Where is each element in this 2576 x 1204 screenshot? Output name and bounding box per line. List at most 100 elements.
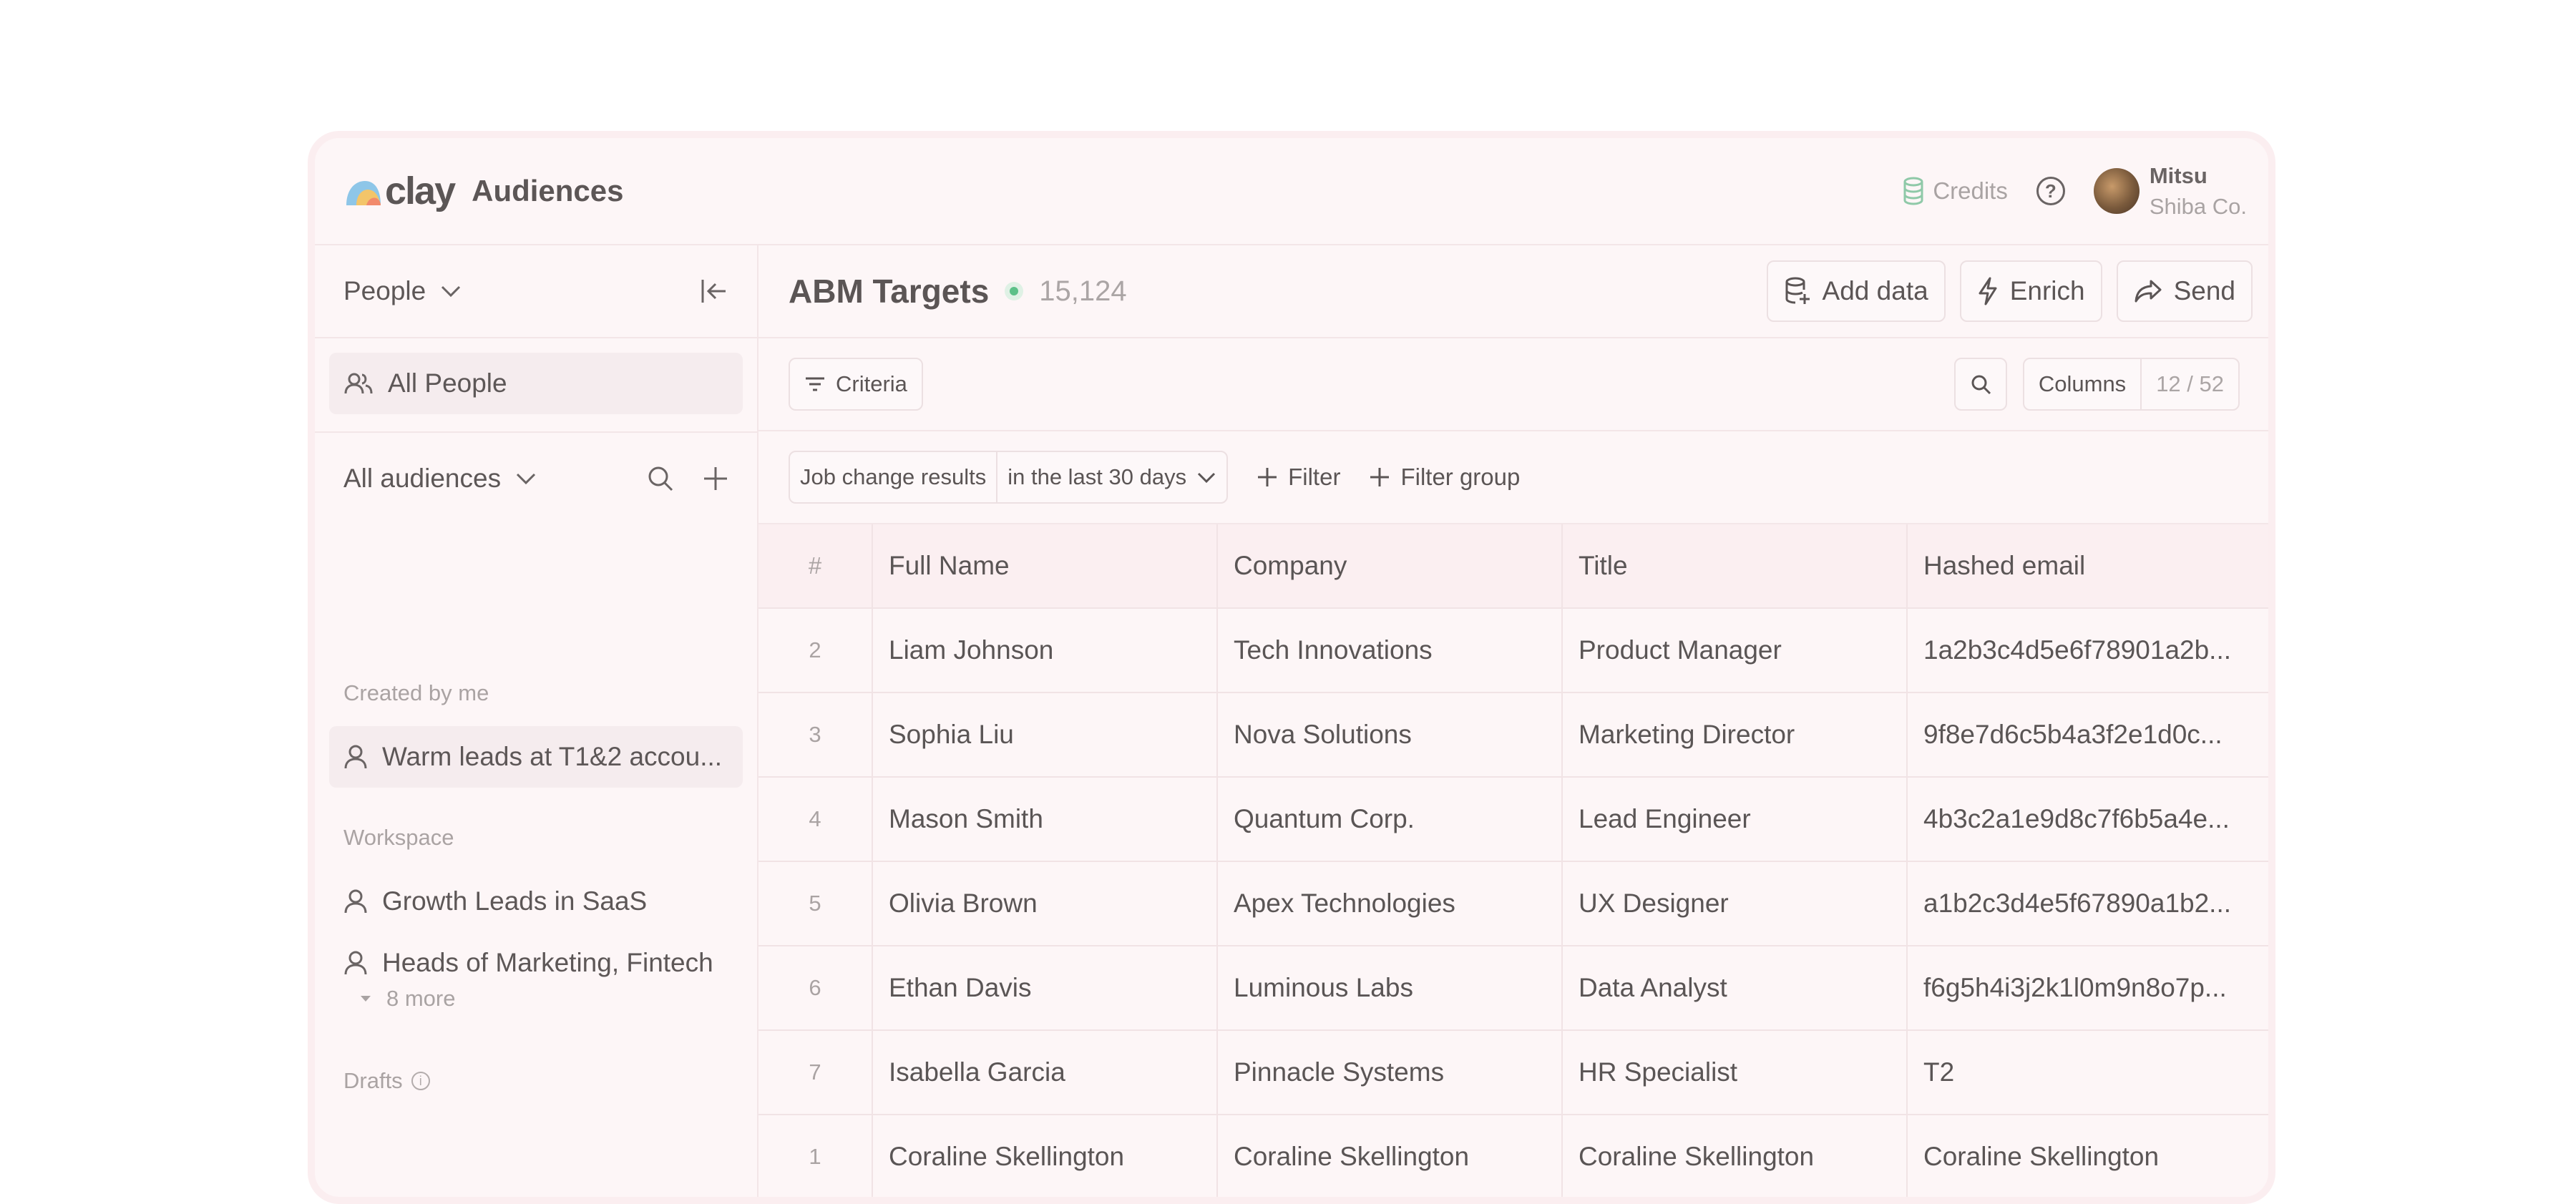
filter-pill[interactable]: Job change results in the last 30 days — [789, 451, 1229, 504]
company-cell[interactable]: Apex Technologies — [1218, 862, 1563, 945]
table-row[interactable]: 5 Olivia Brown Apex Technologies UX Designe… — [758, 862, 2268, 946]
hashed-email-cell[interactable]: a1b2c3d4e5f67890a1b2... — [1908, 862, 2268, 945]
title-cell-text: Lead Engineer — [1579, 804, 1751, 833]
column-header-title[interactable]: Title — [1563, 524, 1908, 607]
company-cell[interactable]: Coraline Skellington — [1218, 1115, 1563, 1197]
filter-field[interactable]: Job change results — [790, 452, 998, 502]
column-header-full-name[interactable]: Full Name — [873, 524, 1218, 607]
help-icon[interactable]: ? — [2036, 177, 2065, 205]
hashed-email-cell[interactable]: T2 — [1908, 1031, 2268, 1114]
row-index[interactable]: 3 — [758, 693, 873, 776]
row-index[interactable]: 7 — [758, 1031, 873, 1114]
company-cell-text: Apex Technologies — [1234, 889, 1455, 918]
top-bar: clay Audiences Credits ? Mitsu Shiba Co. — [315, 138, 2268, 245]
table-row[interactable]: 7 Isabella Garcia Pinnacle Systems HR Speci… — [758, 1031, 2268, 1115]
company-cell[interactable]: Quantum Corp. — [1218, 778, 1563, 861]
column-header-index[interactable]: # — [758, 524, 873, 607]
title-cell[interactable]: HR Specialist — [1563, 1031, 1908, 1114]
clay-logo[interactable]: clay — [343, 169, 456, 213]
user-menu[interactable]: Mitsu Shiba Co. — [2093, 160, 2247, 222]
audiences-selector[interactable]: All audiences — [315, 431, 757, 524]
collapse-sidebar-icon[interactable] — [700, 278, 728, 304]
company-cell[interactable]: Pinnacle Systems — [1218, 1031, 1563, 1114]
hashed-email-cell[interactable]: 9f8e7d6c5b4a3f2e1d0c... — [1908, 693, 2268, 776]
audiences-selector-label: All audiences — [343, 464, 502, 493]
hashed-email-cell[interactable]: 4b3c2a1e9d8c7f6b5a4e... — [1908, 778, 2268, 861]
people-selector-label: People — [343, 276, 426, 305]
hashed-email-cell[interactable]: f6g5h4i3j2k1l0m9n8o7p... — [1908, 946, 2268, 1029]
audience-item[interactable]: Warm leads at T1&2 accou... — [329, 726, 743, 788]
row-index-text: 1 — [809, 1144, 821, 1169]
columns-label: Columns — [2024, 359, 2142, 409]
row-index[interactable]: 5 — [758, 862, 873, 945]
table-row[interactable]: 2 Liam Johnson Tech Innovations Product Man… — [758, 609, 2268, 693]
show-more-button[interactable]: 8 more — [359, 986, 455, 1012]
table-search-button[interactable] — [1953, 358, 2007, 411]
hashed-email-cell[interactable]: 1a2b3c4d5e6f78901a2b... — [1908, 609, 2268, 692]
title-cell[interactable]: Data Analyst — [1563, 946, 1908, 1029]
table-row[interactable]: 6 Ethan Davis Luminous Labs Data Analyst f6g… — [758, 946, 2268, 1031]
row-index[interactable]: 4 — [758, 778, 873, 861]
person-icon — [344, 889, 367, 914]
row-index[interactable]: 2 — [758, 609, 873, 692]
lightning-icon — [1979, 277, 1997, 305]
column-header-hashed-email[interactable]: Hashed email — [1908, 524, 2268, 607]
filter-condition[interactable]: in the last 30 days — [997, 452, 1226, 502]
hashed-email-cell-text: T2 — [1923, 1057, 1955, 1087]
row-index[interactable]: 6 — [758, 946, 873, 1029]
row-index-text: 4 — [809, 806, 821, 831]
sidebar-item-all-people[interactable]: All People — [329, 353, 743, 414]
criteria-button[interactable]: Criteria — [789, 358, 923, 411]
send-label: Send — [2173, 276, 2235, 305]
title-cell[interactable]: Coraline Skellington — [1563, 1115, 1908, 1197]
people-selector[interactable]: People — [315, 245, 757, 338]
add-filter-button[interactable]: Filter — [1257, 464, 1340, 491]
section-drafts: Drafts i — [343, 1068, 430, 1094]
full-name-cell[interactable]: Ethan Davis — [873, 946, 1218, 1029]
title-cell-text: UX Designer — [1579, 889, 1729, 918]
title-cell[interactable]: Lead Engineer — [1563, 778, 1908, 861]
table-row[interactable]: 3 Sophia Liu Nova Solutions Marketing Direc… — [758, 693, 2268, 778]
table-row[interactable]: 1 Coraline Skellington Coraline Skellingto… — [758, 1115, 2268, 1197]
table-row[interactable]: 4 Mason Smith Quantum Corp. Lead Engineer 4b… — [758, 778, 2268, 862]
show-more-label: 8 more — [386, 986, 456, 1011]
record-count: 15,124 — [1039, 275, 1127, 307]
hashed-email-cell[interactable]: Coraline Skellington — [1908, 1115, 2268, 1197]
full-name-cell[interactable]: Liam Johnson — [873, 609, 1218, 692]
user-org: Shiba Co. — [2149, 194, 2247, 219]
hashed-email-cell-text: f6g5h4i3j2k1l0m9n8o7p... — [1923, 973, 2227, 1002]
full-name-cell[interactable]: Sophia Liu — [873, 693, 1218, 776]
chevron-down-icon — [517, 473, 536, 485]
info-icon[interactable]: i — [411, 1072, 430, 1090]
company-cell[interactable]: Luminous Labs — [1218, 946, 1563, 1029]
hashed-email-cell-text: Coraline Skellington — [1923, 1142, 2160, 1171]
columns-button[interactable]: Columns 12 / 52 — [2022, 358, 2240, 411]
plus-icon — [1258, 468, 1277, 486]
company-cell[interactable]: Nova Solutions — [1218, 693, 1563, 776]
credits-icon — [1903, 177, 1923, 205]
add-data-button[interactable]: Add data — [1766, 260, 1946, 322]
credits-button[interactable]: Credits — [1903, 177, 2008, 205]
title-cell[interactable]: Marketing Director — [1563, 693, 1908, 776]
title-cell-text: Marketing Director — [1579, 720, 1795, 749]
add-filter-group-button[interactable]: Filter group — [1369, 464, 1520, 491]
full-name-cell[interactable]: Olivia Brown — [873, 862, 1218, 945]
send-button[interactable]: Send — [2116, 260, 2253, 322]
company-cell-text: Tech Innovations — [1234, 635, 1433, 665]
audience-item[interactable]: Heads of Marketing, Fintech — [329, 932, 743, 994]
full-name-cell[interactable]: Coraline Skellington — [873, 1115, 1218, 1197]
table-body: 2 Liam Johnson Tech Innovations Product Man… — [758, 609, 2268, 1197]
enrich-button[interactable]: Enrich — [1959, 260, 2102, 322]
full-name-cell[interactable]: Isabella Garcia — [873, 1031, 1218, 1114]
company-cell[interactable]: Tech Innovations — [1218, 609, 1563, 692]
title-cell-text: Data Analyst — [1579, 973, 1727, 1002]
full-name-cell[interactable]: Mason Smith — [873, 778, 1218, 861]
title-cell[interactable]: UX Designer — [1563, 862, 1908, 945]
audience-item[interactable]: Growth Leads in SaaS — [329, 871, 743, 932]
add-audience-icon[interactable] — [703, 466, 728, 491]
audience-label: Heads of Marketing, Fintech — [382, 948, 713, 977]
column-header-company[interactable]: Company — [1218, 524, 1563, 607]
search-icon[interactable] — [647, 465, 674, 492]
title-cell[interactable]: Product Manager — [1563, 609, 1908, 692]
row-index[interactable]: 1 — [758, 1115, 873, 1197]
